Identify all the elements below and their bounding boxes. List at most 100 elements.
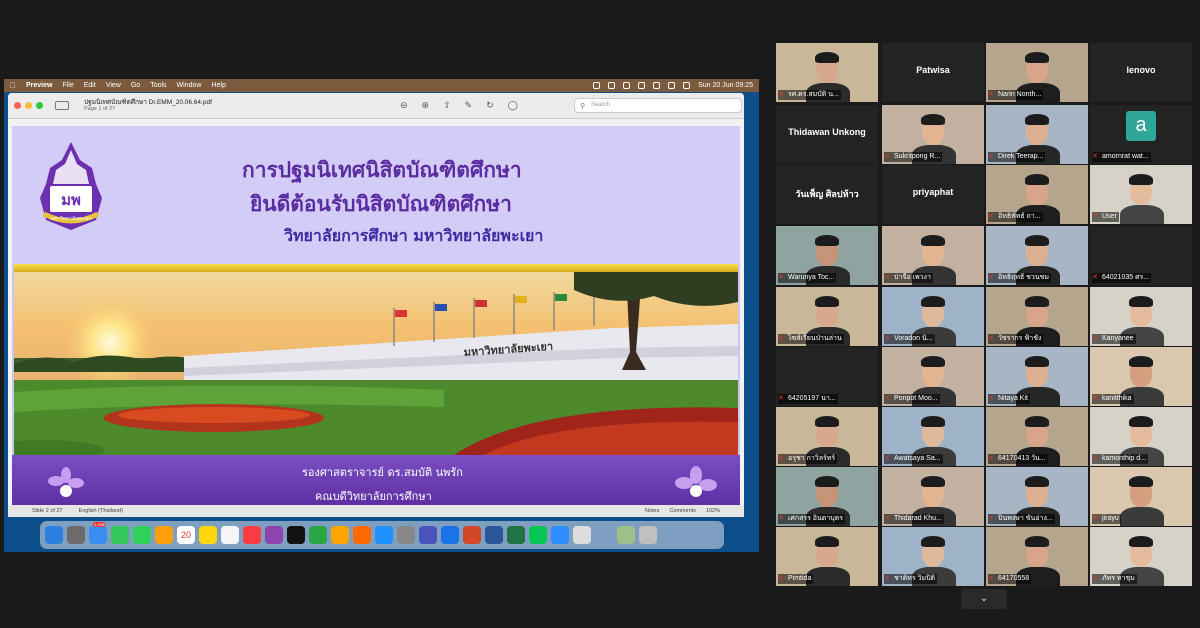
numbers-icon[interactable]: [309, 526, 327, 544]
participant-tile[interactable]: อิทธิพัทธ์ ถา... ✕: [986, 165, 1088, 224]
annotate-icon[interactable]: ◯: [508, 100, 518, 111]
menu-edit[interactable]: Edit: [84, 82, 96, 89]
menu-clock[interactable]: Sun 20 Jun 09:25: [698, 82, 753, 89]
app-store-icon[interactable]: [375, 526, 393, 544]
minimize-icon[interactable]: [25, 102, 32, 109]
wifi-icon[interactable]: [653, 82, 661, 89]
excel-icon[interactable]: [507, 526, 525, 544]
calendar-icon[interactable]: 20: [177, 526, 195, 544]
participant-tile[interactable]: Sukritpong R... ✕: [882, 105, 984, 164]
status-icon[interactable]: [608, 82, 616, 89]
faculty-name: คณบดีวิทยาลัยการศึกษา: [315, 490, 432, 503]
participant-tile[interactable]: Nitaya Kit ✕: [986, 347, 1088, 406]
menu-tools[interactable]: Tools: [150, 82, 166, 89]
mail-icon[interactable]: 1,498: [89, 522, 107, 544]
messages-icon[interactable]: [133, 526, 151, 544]
apple-icon[interactable]: : [10, 81, 16, 90]
zoom-in-icon[interactable]: ⊕: [422, 100, 430, 111]
menu-help[interactable]: Help: [211, 82, 225, 89]
participant-tile[interactable]: ปาจือ เพวงา ✕: [882, 226, 984, 285]
zoom-icon[interactable]: [36, 102, 43, 109]
participant-tile[interactable]: jirayu ✕: [1090, 467, 1192, 526]
participant-tile[interactable]: Kanyanee ✕: [1090, 287, 1192, 346]
participant-tile[interactable]: User ✕: [1090, 165, 1192, 224]
trash-icon[interactable]: [639, 526, 657, 544]
participant-name: Warunya Toc...: [778, 273, 837, 283]
participant-tile[interactable]: kamonthip d... ✕: [1090, 407, 1192, 466]
launchpad-icon[interactable]: [67, 526, 85, 544]
chevron-down-icon[interactable]: ⌄: [961, 589, 1007, 609]
participant-tile[interactable]: Patwisa: [882, 43, 984, 102]
sidebar-toggle-icon[interactable]: [55, 101, 69, 110]
powerpoint-icon[interactable]: [463, 526, 481, 544]
notes-icon[interactable]: [199, 526, 217, 544]
participant-tile[interactable]: Direk Teerap... ✕: [986, 105, 1088, 164]
menu-go[interactable]: Go: [131, 82, 140, 89]
menu-file[interactable]: File: [62, 82, 73, 89]
safari-icon[interactable]: [441, 526, 459, 544]
participant-tile[interactable]: Narin Nonth... ✕: [986, 43, 1088, 102]
markup-icon[interactable]: ✎: [465, 100, 473, 111]
keynote-icon[interactable]: [331, 526, 349, 544]
zoom-level[interactable]: 102%: [706, 508, 720, 514]
participant-tile[interactable]: ปิ่นพงษา ขันอ่าง... ✕: [986, 467, 1088, 526]
participant-tile[interactable]: รศ.ดร.สมบัติ น... ✕: [776, 43, 878, 102]
menu-view[interactable]: View: [106, 82, 121, 89]
zoom-app-icon[interactable]: [551, 526, 569, 544]
participant-tile[interactable]: อิทธิฤทธิ์ ชวนชม ✕: [986, 226, 1088, 285]
status-icon[interactable]: [623, 82, 631, 89]
status-icon[interactable]: [593, 82, 601, 89]
participant-tile[interactable]: ภัทร หาชุม ✕: [1090, 527, 1192, 586]
menu-app-name[interactable]: Preview: [26, 82, 52, 89]
participant-tile[interactable]: a amornrat wat... ✕: [1090, 105, 1192, 164]
participant-tile[interactable]: อรุชา กาวิลร์ทร์ ✕: [776, 407, 878, 466]
menu-window[interactable]: Window: [177, 82, 202, 89]
music-icon[interactable]: [243, 526, 261, 544]
participant-tile[interactable]: 64170413 วัน... ✕: [986, 407, 1088, 466]
mac-menu-bar:  Preview File Edit View Go Tools Window…: [4, 79, 759, 92]
participant-tile[interactable]: 64170558 ✕: [986, 527, 1088, 586]
participant-tile[interactable]: Thidarad Khu... ✕: [882, 467, 984, 526]
teams-icon[interactable]: [419, 526, 437, 544]
participant-tile[interactable]: ไซส์เรียนป่านล่าน ✕: [776, 287, 878, 346]
participant-tile[interactable]: Ponpot Moo... ✕: [882, 347, 984, 406]
participant-tile[interactable]: priyaphat: [882, 165, 984, 224]
participant-tile[interactable]: lenovo: [1090, 43, 1192, 102]
participant-tile[interactable]: 64021035 ศร... ✕: [1090, 226, 1192, 285]
search-icon[interactable]: [668, 82, 676, 89]
word-icon[interactable]: [485, 526, 503, 544]
participant-hair: [815, 416, 839, 427]
line-icon[interactable]: [529, 526, 547, 544]
settings-icon[interactable]: [397, 526, 415, 544]
control-center-icon[interactable]: [683, 82, 691, 89]
tv-icon[interactable]: [287, 526, 305, 544]
podcasts-icon[interactable]: [265, 526, 283, 544]
participant-tile[interactable]: Voradon นิ... ✕: [882, 287, 984, 346]
participant-tile[interactable]: Awatsaya Sa... ✕: [882, 407, 984, 466]
downloads-icon[interactable]: [617, 526, 635, 544]
participant-tile[interactable]: เศกสรร อินตาบุตร ✕: [776, 467, 878, 526]
pages-icon[interactable]: [353, 526, 371, 544]
participant-tile[interactable]: วันเพ็ญ ศิลปห้าว: [776, 165, 878, 224]
facetime-icon[interactable]: [111, 526, 129, 544]
rotate-icon[interactable]: ↻: [486, 100, 494, 111]
reminders-icon[interactable]: [221, 526, 239, 544]
search-input[interactable]: ⚲ Search: [574, 98, 742, 113]
mic-muted-icon: ✕: [1092, 395, 1098, 402]
participant-tile[interactable]: ชาติทร วิมปิติ ✕: [882, 527, 984, 586]
preview-app-icon[interactable]: [573, 526, 591, 544]
comments-button[interactable]: Comments: [669, 508, 696, 514]
participant-tile[interactable]: Pimtida ✕: [776, 527, 878, 586]
participant-tile[interactable]: kanitthika ✕: [1090, 347, 1192, 406]
finder-icon[interactable]: [45, 526, 63, 544]
participant-tile[interactable]: Thidawan Unkong: [776, 105, 878, 164]
bluetooth-icon[interactable]: [638, 82, 646, 89]
participant-tile[interactable]: วัชรากร ฟ้าชัง ✕: [986, 287, 1088, 346]
participant-tile[interactable]: Warunya Toc... ✕: [776, 226, 878, 285]
maps-icon[interactable]: [155, 526, 173, 544]
participant-tile[interactable]: 64205197 นา... ✕: [776, 347, 878, 406]
notes-button[interactable]: Notes: [645, 508, 659, 514]
share-icon[interactable]: ⇧: [443, 100, 451, 111]
zoom-out-icon[interactable]: ⊖: [400, 100, 408, 111]
close-icon[interactable]: [14, 102, 21, 109]
